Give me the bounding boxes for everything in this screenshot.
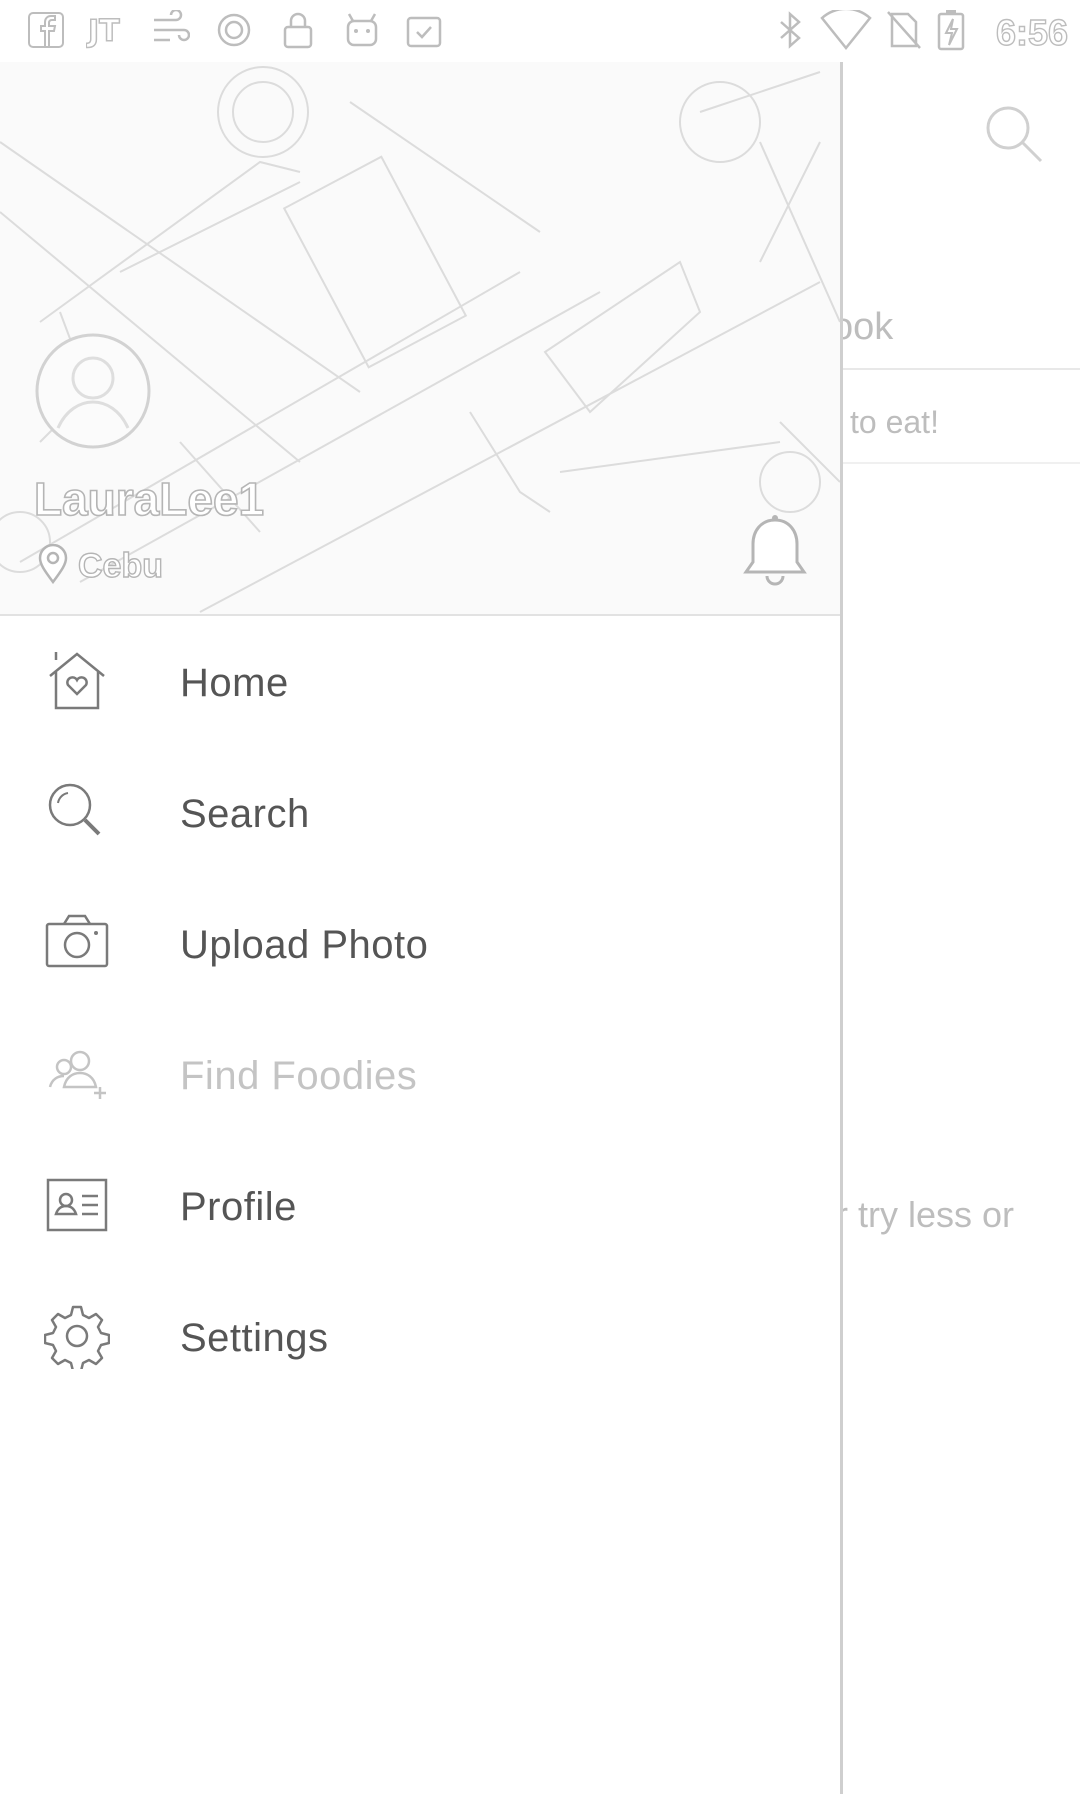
- search-icon: [44, 779, 110, 845]
- wind-icon: [150, 10, 190, 50]
- search-icon: [982, 102, 1048, 173]
- drawer-menu: Home Search Upload Photo Find Foodies Pr…: [0, 618, 840, 1404]
- clipboard-icon: [404, 10, 444, 50]
- background-empty-text: r try less or: [836, 1194, 1015, 1235]
- android-icon: [342, 10, 382, 50]
- menu-item-profile[interactable]: Profile: [0, 1142, 840, 1273]
- menu-item-label: Search: [180, 792, 310, 836]
- clock: 6:56: [995, 11, 1068, 53]
- wifi-icon: [820, 10, 872, 50]
- divider: [842, 368, 1080, 370]
- jt-icon: JT: [86, 10, 134, 50]
- menu-item-label: Profile: [180, 1185, 297, 1229]
- menu-item-home[interactable]: Home: [0, 618, 840, 749]
- gear-icon: [43, 1303, 111, 1373]
- camera-icon: [44, 910, 110, 976]
- menu-item-label: Settings: [180, 1316, 329, 1360]
- add-friends-icon: [44, 1041, 110, 1107]
- bluetooth-icon: [770, 10, 810, 50]
- menu-item-upload-photo[interactable]: Upload Photo: [0, 880, 840, 1011]
- lock-icon: [278, 10, 318, 50]
- menu-item-label: Home: [180, 661, 289, 705]
- profile-card-icon: [44, 1172, 110, 1238]
- menu-item-settings[interactable]: Settings: [0, 1273, 840, 1404]
- username[interactable]: LauraLee1: [33, 472, 265, 526]
- divider: [842, 462, 1080, 464]
- background-app: ook to eat! r try less or: [832, 62, 1080, 1794]
- circle-icon: [214, 10, 254, 50]
- drawer-header: LauraLee1 Cebu: [0, 62, 840, 616]
- svg-text:JT: JT: [86, 14, 120, 49]
- location-label: Cebu: [77, 546, 163, 585]
- no-sim-icon: [884, 10, 924, 50]
- menu-item-label: Find Foodies: [180, 1054, 418, 1098]
- battery-charging-icon: [936, 10, 966, 51]
- avatar[interactable]: [34, 332, 152, 450]
- home-heart-icon: [44, 648, 110, 714]
- location: Cebu: [38, 543, 164, 589]
- facebook-icon: [26, 10, 66, 50]
- notifications-bell-icon[interactable]: [742, 514, 808, 588]
- status-bar: JT 6:56: [0, 0, 1080, 64]
- navigation-drawer[interactable]: LauraLee1 Cebu Home Search Upload Photo …: [0, 62, 843, 1794]
- menu-item-label: Upload Photo: [180, 923, 429, 967]
- menu-item-find-foodies[interactable]: Find Foodies: [0, 1011, 840, 1142]
- menu-item-search[interactable]: Search: [0, 749, 840, 880]
- location-pin-icon: [38, 543, 68, 589]
- background-hint-text: to eat!: [850, 404, 939, 440]
